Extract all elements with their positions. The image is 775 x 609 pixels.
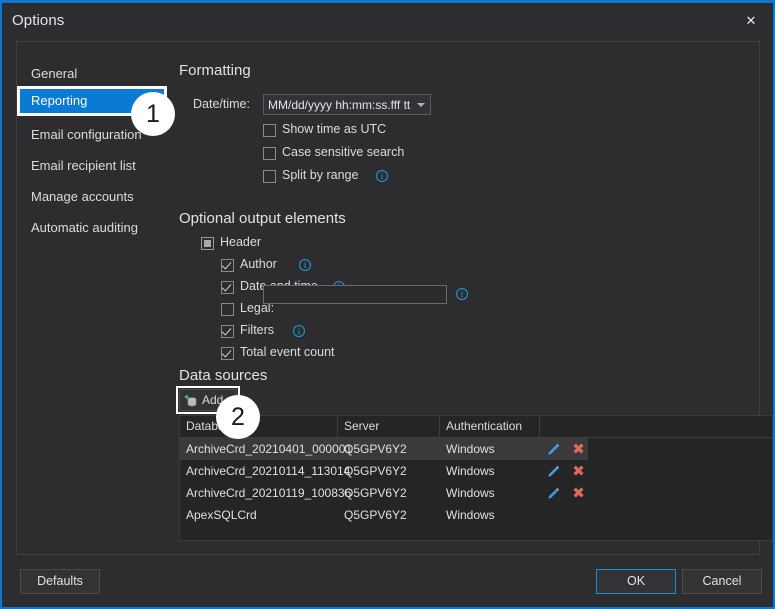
checkbox-label: Show time as UTC (282, 122, 387, 136)
cell-server: Q5GPV6Y2 (344, 486, 407, 500)
cell-database: ArchiveCrd_20210119_100836 (186, 486, 352, 500)
pencil-icon[interactable] (546, 486, 561, 501)
datetime-format-value: MM/dd/yyyy hh:mm:ss.fff tt (268, 98, 411, 112)
checkbox-box[interactable] (201, 237, 214, 250)
checkbox-label: Case sensitive search (282, 145, 405, 159)
close-icon[interactable]: ✕ (737, 11, 765, 33)
checkbox-box[interactable] (263, 124, 276, 137)
table-row[interactable]: ArchiveCrd_20210401_000001 Q5GPV6Y2 Wind… (180, 438, 772, 460)
info-icon[interactable]: i (293, 325, 305, 337)
window-title: Options (12, 12, 65, 29)
data-sources-heading: Data sources (179, 367, 268, 384)
cell-server: Q5GPV6Y2 (344, 464, 407, 478)
checkbox-label: Author (240, 257, 277, 271)
data-sources-table: Database Server Authentication ArchiveCr… (179, 415, 773, 541)
legal-text-input[interactable] (263, 285, 447, 304)
checkbox-box[interactable] (221, 259, 234, 272)
checkbox-box[interactable] (221, 347, 234, 360)
checkbox-box[interactable] (263, 147, 276, 160)
pencil-icon[interactable] (546, 442, 561, 457)
checkbox-box[interactable] (221, 325, 234, 338)
cell-authentication: Windows (446, 442, 495, 456)
datetime-label: Date/time: (193, 97, 250, 111)
database-add-icon (184, 394, 197, 407)
table-row[interactable]: ApexSQLCrd Q5GPV6Y2 Windows (180, 504, 772, 526)
defaults-button[interactable]: Defaults (20, 569, 100, 594)
chevron-down-icon (417, 103, 425, 107)
content-panel: General Reporting Email configuration Em… (16, 41, 773, 556)
cancel-button[interactable]: Cancel (682, 569, 762, 594)
delete-x-icon[interactable]: ✖ (571, 485, 586, 501)
title-bar: Options ✕ (2, 3, 773, 41)
column-header-actions[interactable] (540, 416, 772, 437)
ok-button[interactable]: OK (596, 569, 676, 594)
checkbox-label: Split by range (282, 168, 359, 182)
column-header-server[interactable]: Server (338, 416, 440, 437)
callout-badge-1: 1 (131, 92, 175, 136)
callout-badge-2: 2 (216, 395, 260, 439)
sidebar-item-label: Email configuration (31, 127, 142, 142)
checkbox-box[interactable] (221, 281, 234, 294)
cell-server: Q5GPV6Y2 (344, 508, 407, 522)
sidebar-item-label: Email recipient list (31, 158, 136, 173)
checkbox-label: Header (220, 235, 261, 249)
sidebar-item-manage-accounts[interactable]: Manage accounts (17, 183, 165, 211)
cell-database: ArchiveCrd_20210401_000001 (186, 442, 353, 456)
sidebar-item-email-recipient-list[interactable]: Email recipient list (17, 152, 165, 180)
options-dialog: Options ✕ General Reporting Email config… (0, 0, 775, 609)
sidebar-item-label: General (31, 66, 78, 81)
cell-authentication: Windows (446, 508, 495, 522)
table-header-row: Database Server Authentication (180, 416, 772, 438)
checkbox-label: Total event count (240, 345, 335, 359)
sidebar-item-automatic-auditing[interactable]: Automatic auditing (17, 214, 165, 242)
info-icon[interactable]: i (456, 288, 468, 300)
datetime-format-select[interactable]: MM/dd/yyyy hh:mm:ss.fff tt (263, 94, 431, 115)
info-icon[interactable]: i (299, 259, 311, 271)
sidebar-item-label: Manage accounts (31, 189, 134, 204)
cell-authentication: Windows (446, 464, 495, 478)
cell-server: Q5GPV6Y2 (344, 442, 407, 456)
delete-x-icon[interactable]: ✖ (571, 441, 586, 457)
sidebar-item-label: Automatic auditing (31, 220, 138, 235)
formatting-heading: Formatting (179, 62, 251, 79)
info-icon[interactable]: i (376, 170, 388, 182)
sidebar-item-label: Reporting (31, 93, 88, 108)
cell-database: ApexSQLCrd (186, 508, 257, 522)
table-row[interactable]: ArchiveCrd_20210114_113014 Q5GPV6Y2 Wind… (180, 460, 772, 482)
delete-x-icon[interactable]: ✖ (571, 463, 586, 479)
cell-authentication: Windows (446, 486, 495, 500)
checkbox-label: Filters (240, 323, 275, 337)
pencil-icon[interactable] (546, 464, 561, 479)
table-row[interactable]: ArchiveCrd_20210119_100836 Q5GPV6Y2 Wind… (180, 482, 772, 504)
column-header-authentication[interactable]: Authentication (440, 416, 540, 437)
checkbox-box[interactable] (221, 303, 234, 316)
main-panel: Formatting Date/time: MM/dd/yyyy hh:mm:s… (165, 42, 773, 556)
optional-output-heading: Optional output elements (179, 210, 346, 227)
sidebar-item-general[interactable]: General (17, 60, 165, 88)
cell-database: ArchiveCrd_20210114_113014 (186, 464, 351, 478)
checkbox-box[interactable] (263, 170, 276, 183)
